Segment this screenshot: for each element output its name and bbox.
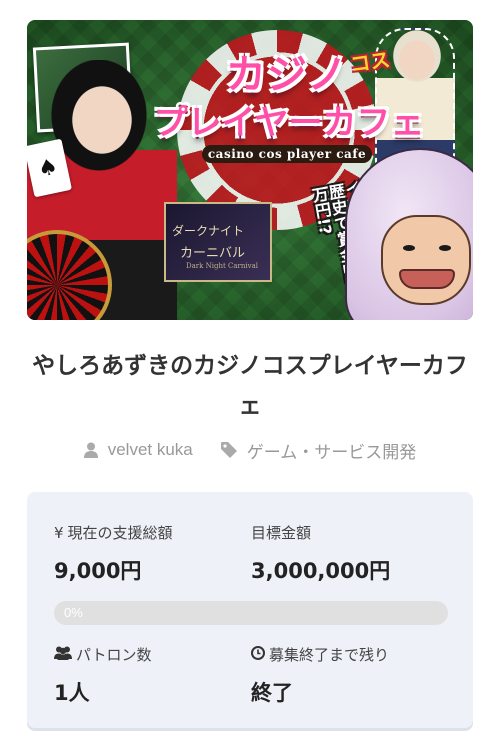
sign-line2: カーニバル (180, 246, 246, 261)
remaining-time-label: 募集終了まで残り (251, 644, 389, 665)
sign-line3: Dark Night Carnival (186, 262, 258, 270)
project-meta: velvet kuka ゲーム・サービス開発 (0, 437, 500, 463)
funding-progress-bar: 0% (54, 601, 448, 625)
patrons-label-text: パトロン数 (76, 646, 152, 664)
patrons-value: 1人 (54, 681, 90, 705)
current-amount-value: 9,000円 (54, 559, 142, 583)
tag-icon (220, 442, 237, 458)
sign-line1: ダークナイト (172, 224, 245, 238)
project-owner[interactable]: velvet kuka (83, 440, 193, 460)
user-icon (83, 442, 98, 458)
users-icon (54, 646, 72, 664)
remaining-time-value: 終了 (251, 681, 293, 705)
mascot-face (381, 215, 471, 305)
current-amount-label-text: 現在の支援総額 (67, 524, 173, 542)
project-title: やしろあずきのカジノコスプレイヤーカフェ (32, 353, 468, 419)
mascot-eye-left (403, 245, 415, 251)
banner-subtitle: casino cos player cafe (202, 145, 372, 163)
progress-percent: 0% (64, 605, 83, 620)
clock-icon (251, 645, 265, 664)
mascot-eye-right (439, 245, 451, 251)
goal-amount-label-text: 目標金額 (251, 524, 312, 542)
project-category[interactable]: ゲーム・サービス開発 (220, 438, 417, 463)
mascot-character (345, 148, 473, 320)
patrons-label: パトロン数 (54, 644, 151, 665)
remaining-time-label-text: 募集終了まで残り (269, 646, 390, 664)
banner-title-cos: コス (348, 47, 392, 77)
funding-stats-card: ¥ 現在の支援総額 9,000円 目標金額 3,000,000円 0% パトロン… (27, 492, 473, 728)
goal-amount-value: 3,000,000円 (251, 559, 391, 583)
current-amount-label: ¥ 現在の支援総額 (54, 522, 173, 543)
owner-name[interactable]: velvet kuka (108, 440, 193, 460)
mascot-mouth (399, 269, 455, 289)
category-name[interactable]: ゲーム・サービス開発 (247, 438, 417, 463)
goal-amount-label: 目標金額 (251, 522, 311, 543)
project-banner-image: ♠ カジノ コス プレイヤーカフェ casino cos player cafe… (27, 20, 473, 320)
yen-icon: ¥ (54, 523, 64, 542)
banner-title-line2: プレイヤーカフェ (153, 103, 425, 143)
